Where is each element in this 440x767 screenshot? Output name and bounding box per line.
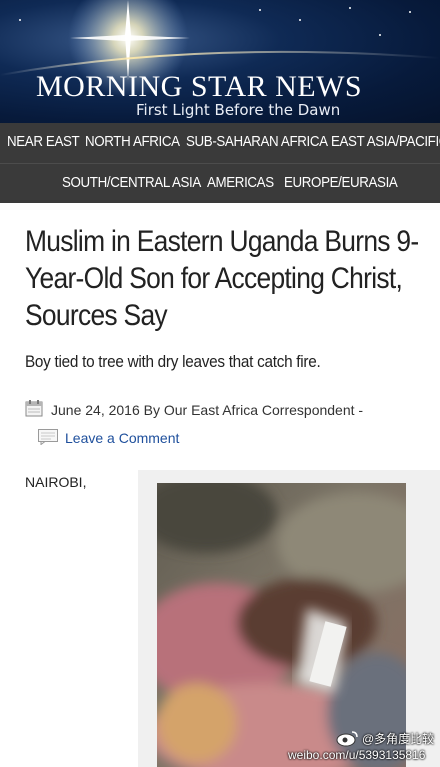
article-headline: Muslim in Eastern Uganda Burns 9-Year-Ol… (25, 225, 419, 332)
article-dateline: NAIROBI, (25, 474, 87, 490)
nav-item-north-africa[interactable]: NORTH AFRICA (85, 134, 180, 150)
watermark-handle: @多角度比较 (362, 732, 435, 746)
nav-row-2: SOUTH/CENTRAL ASIA AMERICAS EUROPE/EURAS… (0, 163, 440, 204)
site-logo-title: MORNING STAR NEWS (36, 70, 363, 103)
article-deck: Boy tied to tree with dry leaves that ca… (25, 352, 321, 371)
site-banner[interactable]: MORNING STAR NEWS First Light Before the… (0, 0, 440, 123)
calendar-icon (25, 400, 43, 417)
main-nav: NEAR EAST NORTH AFRICA SUB-SAHARAN AFRIC… (0, 123, 440, 203)
comment-icon (38, 429, 58, 445)
article-photo[interactable] (157, 483, 406, 767)
watermark-url: weibo.com/u/5393135816 (288, 748, 426, 762)
nav-item-europe-eurasia[interactable]: EUROPE/EURASIA (284, 175, 398, 191)
leave-comment-link[interactable]: Leave a Comment (65, 430, 179, 446)
article-byline: June 24, 2016 By Our East Africa Corresp… (51, 402, 364, 418)
nav-item-east-asia-pacific[interactable]: EAST ASIA/PACIFIC (331, 134, 440, 150)
nav-item-sub-saharan-africa[interactable]: SUB-SAHARAN AFRICA (186, 134, 328, 150)
weibo-icon (336, 731, 358, 747)
nav-item-near-east[interactable]: NEAR EAST (7, 134, 80, 150)
article-photo-image (157, 483, 406, 767)
nav-item-americas[interactable]: AMERICAS (207, 175, 274, 191)
nav-row-1: NEAR EAST NORTH AFRICA SUB-SAHARAN AFRIC… (0, 123, 440, 163)
site-tagline: First Light Before the Dawn (136, 101, 341, 119)
nav-item-south-central-asia[interactable]: SOUTH/CENTRAL ASIA (62, 175, 201, 191)
